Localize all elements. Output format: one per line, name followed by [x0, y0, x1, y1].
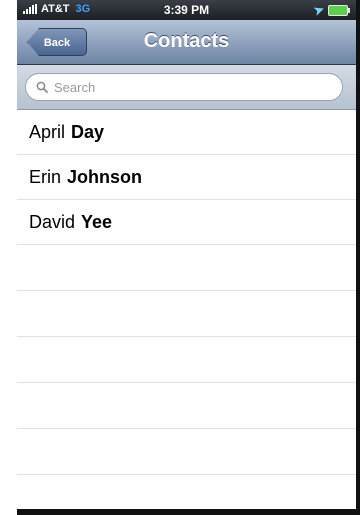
device-frame-edge — [17, 509, 360, 515]
navigation-bar: Back Contacts — [17, 20, 356, 65]
empty-list-row — [17, 337, 356, 383]
contact-first-name: April — [29, 121, 66, 142]
contacts-list: April Day Erin Johnson David Yee — [17, 110, 356, 515]
empty-list-row — [17, 291, 356, 337]
contact-row[interactable]: David Yee — [17, 200, 356, 245]
status-bar: AT&T 3G 3:39 PM ➤ — [17, 0, 356, 20]
empty-list-row — [17, 245, 356, 291]
contact-last-name: Johnson — [67, 166, 143, 187]
search-input[interactable]: Search — [25, 73, 343, 101]
location-arrow-icon: ➤ — [311, 1, 327, 19]
status-right: ➤ — [311, 1, 350, 19]
search-bar: Search — [17, 65, 356, 110]
device-frame-edge — [356, 0, 360, 515]
contact-row[interactable]: Erin Johnson — [17, 155, 356, 200]
contact-first-name: Erin — [29, 166, 62, 187]
search-icon — [36, 81, 48, 93]
page-title: Contacts — [143, 30, 230, 52]
status-time: 3:39 PM — [163, 3, 210, 17]
contact-last-name: Day — [71, 121, 105, 142]
phone-screen: AT&T 3G 3:39 PM ➤ Back Contacts Search A… — [17, 0, 360, 515]
empty-list-row — [17, 429, 356, 475]
search-placeholder: Search — [54, 79, 96, 95]
empty-list-row — [17, 383, 356, 429]
contact-row[interactable]: April Day — [17, 110, 356, 155]
battery-icon — [328, 4, 350, 16]
contact-first-name: David — [29, 211, 76, 232]
contact-last-name: Yee — [81, 211, 113, 232]
